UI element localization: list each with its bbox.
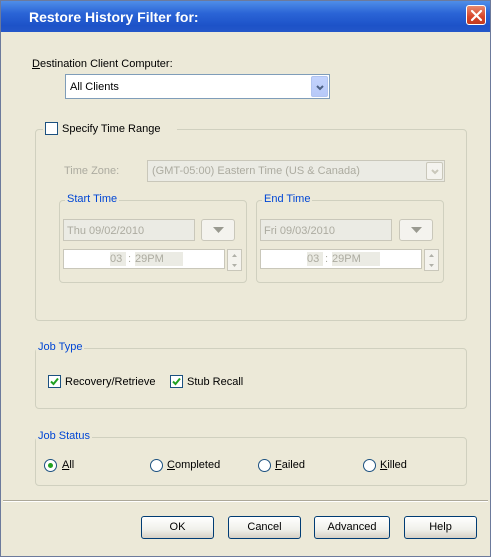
destination-label: Destination Client Computer: xyxy=(32,58,173,70)
job-status-title: Job Status xyxy=(36,430,92,442)
help-button[interactable]: Help xyxy=(404,516,477,539)
status-failed-radio[interactable] xyxy=(258,459,271,472)
close-button[interactable] xyxy=(466,5,486,25)
status-killed-label: Killed xyxy=(380,459,407,471)
timezone-value: (GMT-05:00) Eastern Time (US & Canada) xyxy=(152,165,360,177)
start-date-value: Thu 09/02/2010 xyxy=(67,225,145,237)
time-range-header: Specify Time Range Specify Time Range__ xyxy=(43,122,177,136)
triangle-down-icon xyxy=(213,227,224,233)
end-time-field[interactable]: 03 : 29PM xyxy=(260,249,422,269)
start-time-spinner[interactable] xyxy=(227,249,242,271)
window-title: Restore History Filter for: xyxy=(29,9,199,25)
start-time-field[interactable]: 03 : 29PM xyxy=(63,249,225,269)
recovery-retrieve-label: Recovery/Retrieve xyxy=(65,376,156,388)
triangle-down-icon xyxy=(411,227,422,233)
stub-recall-label: Stub Recall xyxy=(187,376,244,388)
end-time-title: End Time xyxy=(262,193,313,205)
status-failed-label: Failed xyxy=(275,459,305,471)
start-minute[interactable]: 29PM xyxy=(135,252,183,266)
timezone-label: Time Zone: xyxy=(64,165,120,177)
destination-client-select[interactable]: All Clients xyxy=(65,74,330,99)
arrow-down-icon xyxy=(232,264,237,267)
stub-recall-checkbox[interactable] xyxy=(170,375,183,388)
checkmark-icon xyxy=(172,377,181,386)
end-date-picker-button[interactable] xyxy=(399,219,433,241)
cancel-button[interactable]: Cancel xyxy=(228,516,301,539)
start-date-picker-button[interactable] xyxy=(201,219,235,241)
end-time-spinner[interactable] xyxy=(424,249,439,271)
status-all-radio[interactable] xyxy=(44,459,57,472)
start-time-title: Start Time xyxy=(65,193,120,205)
recovery-retrieve-checkbox[interactable] xyxy=(48,375,61,388)
chevron-down-icon xyxy=(316,85,324,91)
end-minute[interactable]: 29PM xyxy=(332,252,380,266)
specify-time-range-label: Specify Time Range xyxy=(62,123,161,135)
spin-down-button[interactable] xyxy=(425,260,438,271)
end-date-field[interactable]: Fri 09/03/2010 xyxy=(260,219,392,241)
end-hour[interactable]: 03 xyxy=(307,252,323,266)
dropdown-button[interactable] xyxy=(426,162,443,180)
job-type-title: Job Type xyxy=(36,341,85,353)
status-killed-radio[interactable] xyxy=(363,459,376,472)
dialog-window: Restore History Filter for: Destination … xyxy=(0,0,491,557)
specify-time-range-checkbox[interactable] xyxy=(45,122,58,135)
title-bar[interactable]: Restore History Filter for: xyxy=(1,1,490,32)
status-completed-radio[interactable] xyxy=(150,459,163,472)
close-icon xyxy=(470,9,483,22)
destination-client-value: All Clients xyxy=(70,81,119,93)
checkmark-icon xyxy=(50,377,59,386)
start-time-group xyxy=(59,200,247,283)
dropdown-button[interactable] xyxy=(311,76,328,97)
status-completed-label: Completed xyxy=(167,459,221,471)
ok-button[interactable]: OK xyxy=(141,516,214,539)
chevron-down-icon xyxy=(431,169,439,175)
button-separator xyxy=(3,500,488,502)
start-date-field[interactable]: Thu 09/02/2010 xyxy=(63,219,195,241)
start-hour[interactable]: 03 xyxy=(110,252,126,266)
status-all-label: All xyxy=(62,459,75,471)
arrow-down-icon xyxy=(429,264,434,267)
end-time-group xyxy=(256,200,444,283)
arrow-up-icon xyxy=(232,254,237,257)
timezone-select[interactable]: (GMT-05:00) Eastern Time (US & Canada) xyxy=(147,160,445,182)
arrow-up-icon xyxy=(429,254,434,257)
end-date-value: Fri 09/03/2010 xyxy=(264,225,335,237)
spin-down-button[interactable] xyxy=(228,260,241,271)
advanced-button[interactable]: Advanced xyxy=(314,516,390,539)
